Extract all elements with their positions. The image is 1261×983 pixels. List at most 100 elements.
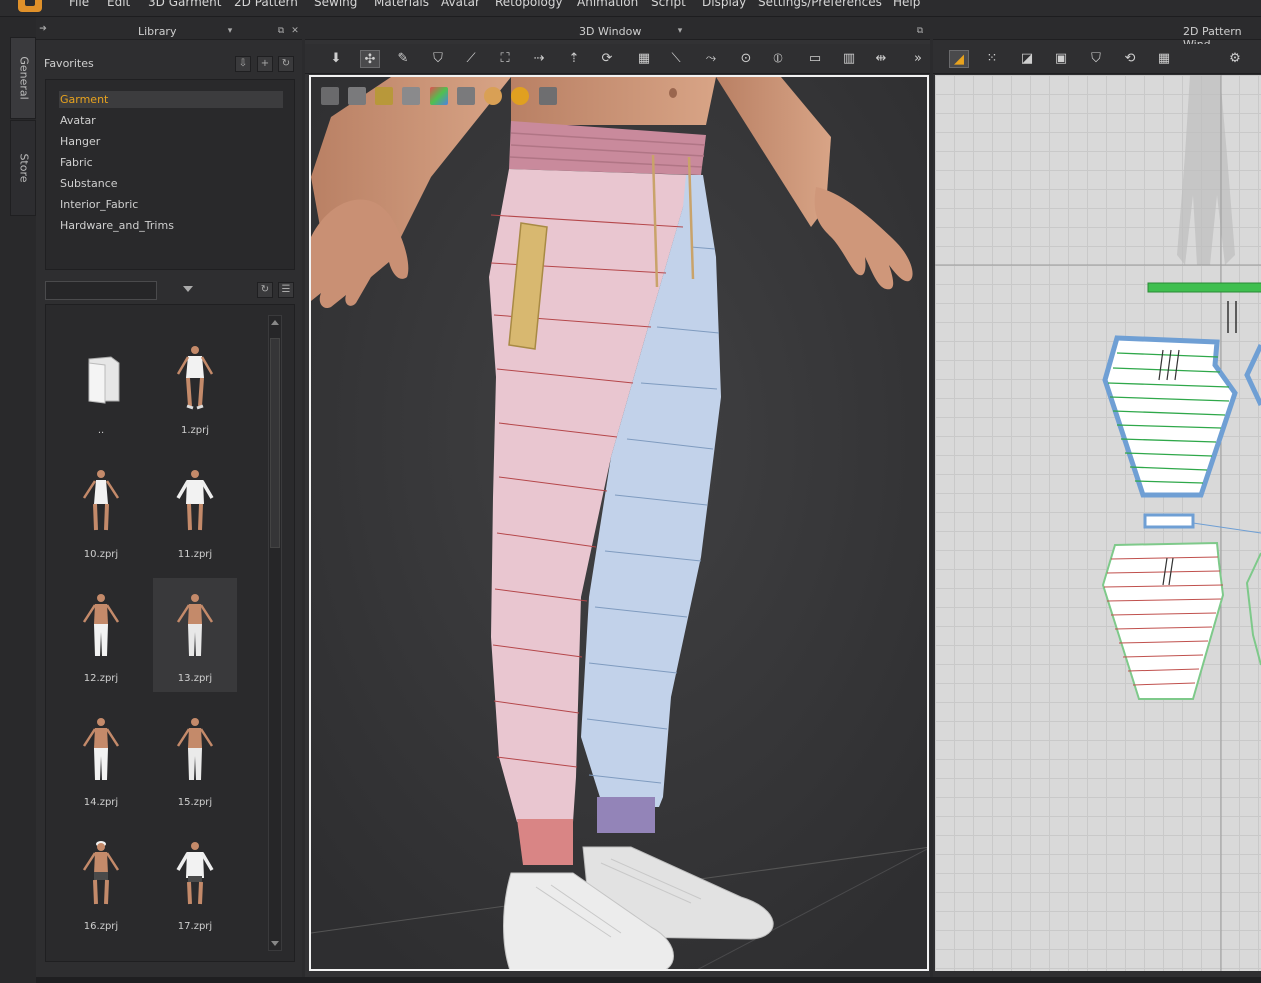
menu-avatar[interactable]: Avatar xyxy=(441,0,480,9)
pattern-canvas[interactable] xyxy=(935,75,1261,971)
strain-map-icon[interactable] xyxy=(430,87,448,105)
library-tile-1-zprj[interactable]: 1.zprj xyxy=(153,330,237,444)
sun-icon[interactable] xyxy=(511,87,529,105)
library-tile-parent-folder[interactable]: .. xyxy=(59,330,143,444)
folder-icon xyxy=(88,356,120,404)
tab-store[interactable]: Store xyxy=(10,120,36,216)
float-panel-icon[interactable]: ⧉ xyxy=(276,26,286,36)
favorite-hardware-and-trims[interactable]: Hardware_and_Trims xyxy=(59,217,283,234)
menu-2d-pattern[interactable]: 2D Pattern xyxy=(234,0,298,9)
pressure-icon[interactable]: ⇡ xyxy=(564,50,584,68)
download-icon[interactable]: ⇩ xyxy=(235,56,251,72)
pattern-pieces xyxy=(935,75,1261,971)
library-tile-16-zprj[interactable]: 16.zprj xyxy=(59,826,143,940)
refresh-icon[interactable]: ↻ xyxy=(257,282,273,298)
measure-icon[interactable]: ⊙ xyxy=(736,50,756,68)
favorite-garment[interactable]: Garment xyxy=(59,91,283,108)
tile-caption: 11.zprj xyxy=(177,549,213,560)
refresh-favorites-icon[interactable]: ↻ xyxy=(278,56,294,72)
panel-pin-icon[interactable]: ➔ xyxy=(38,24,48,34)
transform-pattern-icon[interactable]: ◢ xyxy=(949,50,969,68)
library-menu-chevron-down-icon[interactable]: ▾ xyxy=(225,26,235,36)
library-search-row: ↻ ☰ xyxy=(45,281,295,301)
tack-icon[interactable]: ⛶ xyxy=(495,50,515,68)
skin-icon[interactable] xyxy=(484,87,502,105)
library-tile-13-zprj[interactable]: 13.zprj xyxy=(153,578,237,692)
zipper-icon[interactable]: ▥ xyxy=(839,50,859,68)
grading-icon[interactable]: ▦ xyxy=(1154,50,1174,68)
edit-point-icon[interactable]: ⁙ xyxy=(982,50,1002,68)
library-tile-10-zprj[interactable]: 10.zprj xyxy=(59,454,143,568)
button-icon[interactable]: ⦶ xyxy=(768,50,788,68)
mesh-view-icon[interactable] xyxy=(457,87,475,105)
move-icon[interactable]: ✣ xyxy=(360,50,380,68)
filter-chevron-down-icon[interactable] xyxy=(183,286,193,292)
avatar-garment-scene xyxy=(311,77,927,969)
menu-3d-garment[interactable]: 3D Garment xyxy=(148,0,221,9)
favorite-interior-fabric[interactable]: Interior_Fabric xyxy=(59,196,283,213)
library-search-input[interactable] xyxy=(45,281,157,300)
scroll-down-icon[interactable] xyxy=(271,941,279,946)
export-icon[interactable] xyxy=(539,87,557,105)
library-scrollbar[interactable] xyxy=(268,315,282,951)
scroll-up-icon[interactable] xyxy=(271,320,279,325)
select-mesh-icon[interactable]: ⬇ xyxy=(326,50,346,68)
scroll-thumb[interactable] xyxy=(270,338,280,548)
viewport-3d[interactable] xyxy=(309,75,929,971)
avatar-view-icon[interactable] xyxy=(402,87,420,105)
buttonhole-icon[interactable]: ▭ xyxy=(805,50,825,68)
symmetry-icon[interactable]: ⚙ xyxy=(1225,50,1245,68)
toolbar-expand-icon[interactable]: » xyxy=(911,50,925,68)
menu-sewing[interactable]: Sewing xyxy=(314,0,357,9)
arrange-icon[interactable]: ⤳ xyxy=(701,50,721,68)
menu-settings[interactable]: Settings/Preferences xyxy=(758,0,882,9)
window-2d-pattern: 2D Pattern Wind ◢ ⁙ ◪ ▣ ⛉ ⟲ ▦ ⚙ xyxy=(933,22,1261,977)
favorite-fabric[interactable]: Fabric xyxy=(59,154,283,171)
tab-general-label: General xyxy=(17,56,31,100)
shrinkage-icon[interactable]: ▦ xyxy=(634,50,654,68)
window-3d-menu-chevron-down-icon[interactable]: ▾ xyxy=(675,26,685,36)
library-file-grid: .. 1.zprj 10.zprj 11.zprj 12.zprj 13.zpr… xyxy=(45,304,295,962)
edit-pattern-icon[interactable]: ✎ xyxy=(393,50,413,68)
pin-icon[interactable]: ⟋ xyxy=(461,50,481,68)
status-bar xyxy=(36,977,1261,983)
side-tab-strip: General Store xyxy=(0,17,36,983)
fold-icon[interactable]: ⛉ xyxy=(428,50,448,68)
close-panel-icon[interactable]: ✕ xyxy=(290,26,300,36)
library-tile-17-zprj[interactable]: 17.zprj xyxy=(153,826,237,940)
menu-script[interactable]: Script xyxy=(651,0,686,9)
steam-icon[interactable]: ⟳ xyxy=(597,50,617,68)
trace-icon[interactable]: ⛉ xyxy=(1086,50,1106,68)
internal-polygon-icon[interactable]: ▣ xyxy=(1051,50,1071,68)
library-tile-14-zprj[interactable]: 14.zprj xyxy=(59,702,143,816)
library-tile-12-zprj[interactable]: 12.zprj xyxy=(59,578,143,692)
menu-edit[interactable]: Edit xyxy=(107,0,130,9)
tab-general[interactable]: General xyxy=(10,37,36,119)
menu-display[interactable]: Display xyxy=(702,0,746,9)
favorite-substance[interactable]: Substance xyxy=(59,175,283,192)
favorite-hanger[interactable]: Hanger xyxy=(59,133,283,150)
list-view-icon[interactable]: ☰ xyxy=(278,282,294,298)
menu-retopology[interactable]: Retopology xyxy=(495,0,563,9)
window-3d: 3D Window ▾ ⧉ ⬇ ✣ ✎ ⛉ ⟋ ⛶ ⇢ ⇡ ⟳ ▦ ⟍ ⤳ ⊙ … xyxy=(305,22,930,977)
align-icon[interactable]: ⇹ xyxy=(871,50,891,68)
texture-view-icon[interactable] xyxy=(321,87,339,105)
float-window-icon[interactable]: ⧉ xyxy=(915,26,925,36)
menu-help[interactable]: Help xyxy=(893,0,920,9)
menu-materials[interactable]: Materials xyxy=(374,0,429,9)
add-favorite-icon[interactable]: + xyxy=(257,56,273,72)
library-tile-15-zprj[interactable]: 15.zprj xyxy=(153,702,237,816)
library-tile-11-zprj[interactable]: 11.zprj xyxy=(153,454,237,568)
rectangle-icon[interactable]: ◪ xyxy=(1017,50,1037,68)
menu-animation[interactable]: Animation xyxy=(577,0,638,9)
stitch-view-icon[interactable] xyxy=(375,87,393,105)
menu-file[interactable]: File xyxy=(69,0,89,9)
fabric-view-icon[interactable] xyxy=(348,87,366,105)
favorites-list: Garment Avatar Hanger Fabric Substance I… xyxy=(45,79,295,270)
notch-icon[interactable]: ⟲ xyxy=(1120,50,1140,68)
favorite-avatar[interactable]: Avatar xyxy=(59,112,283,129)
garment-fit-icon[interactable]: ⇢ xyxy=(529,50,549,68)
app-logo-icon[interactable] xyxy=(18,0,42,12)
avatar-thumbnail-icon xyxy=(82,718,120,780)
pleat-icon[interactable]: ⟍ xyxy=(666,50,686,68)
